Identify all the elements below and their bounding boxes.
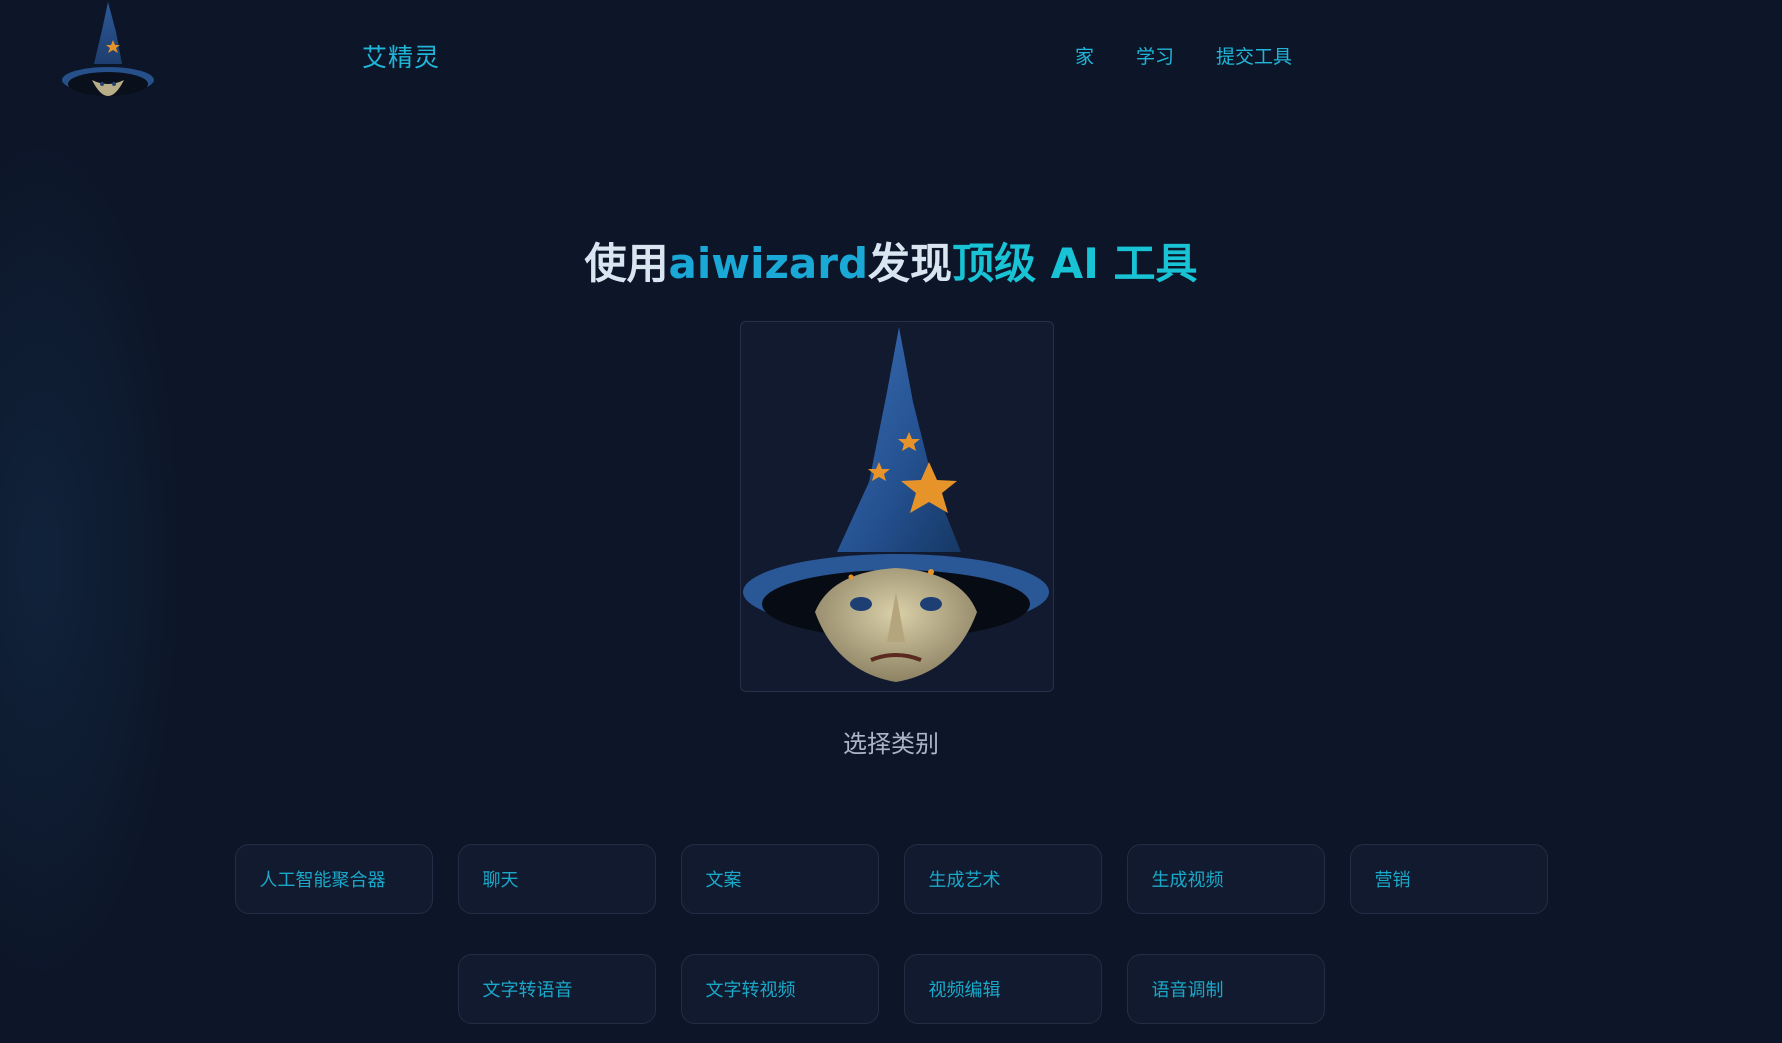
- category-copywriting[interactable]: 文案: [680, 844, 879, 914]
- category-video-editing[interactable]: 视频编辑: [903, 954, 1102, 1024]
- page-title: 使用aiwizard发现顶级 AI 工具: [0, 230, 1782, 291]
- title-part-use: 使用: [584, 239, 669, 288]
- choose-category-heading: 选择类别: [843, 730, 939, 758]
- category-marketing[interactable]: 营销: [1349, 844, 1548, 914]
- category-text-to-video[interactable]: 文字转视频: [680, 954, 879, 1024]
- category-voice-modulation[interactable]: 语音调制: [1126, 954, 1325, 1024]
- nav-submit-tool[interactable]: 提交工具: [1216, 42, 1292, 69]
- main-nav: 家 学习 提交工具: [1075, 42, 1292, 69]
- hero-wizard-image: [740, 321, 1054, 692]
- category-text-to-speech[interactable]: 文字转语音: [457, 954, 656, 1024]
- title-part-discover: 发现: [868, 239, 953, 288]
- title-part-brand: aiwizard: [668, 239, 869, 288]
- category-ai-aggregator[interactable]: 人工智能聚合器: [234, 844, 433, 914]
- nav-learn[interactable]: 学习: [1136, 42, 1174, 69]
- category-row: 文字转语音 文字转视频 视频编辑 语音调制: [0, 954, 1782, 1024]
- title-part-top-ai-tools: 顶级 AI 工具: [952, 239, 1198, 288]
- category-generative-art[interactable]: 生成艺术: [903, 844, 1102, 914]
- nav-home[interactable]: 家: [1075, 42, 1094, 69]
- category-row: 人工智能聚合器 聊天 文案 生成艺术 生成视频 营销: [0, 844, 1782, 914]
- wizard-logo-icon[interactable]: [58, 0, 158, 112]
- category-generative-video[interactable]: 生成视频: [1126, 844, 1325, 914]
- category-chat[interactable]: 聊天: [457, 844, 656, 914]
- brand-name[interactable]: 艾精灵: [362, 38, 440, 74]
